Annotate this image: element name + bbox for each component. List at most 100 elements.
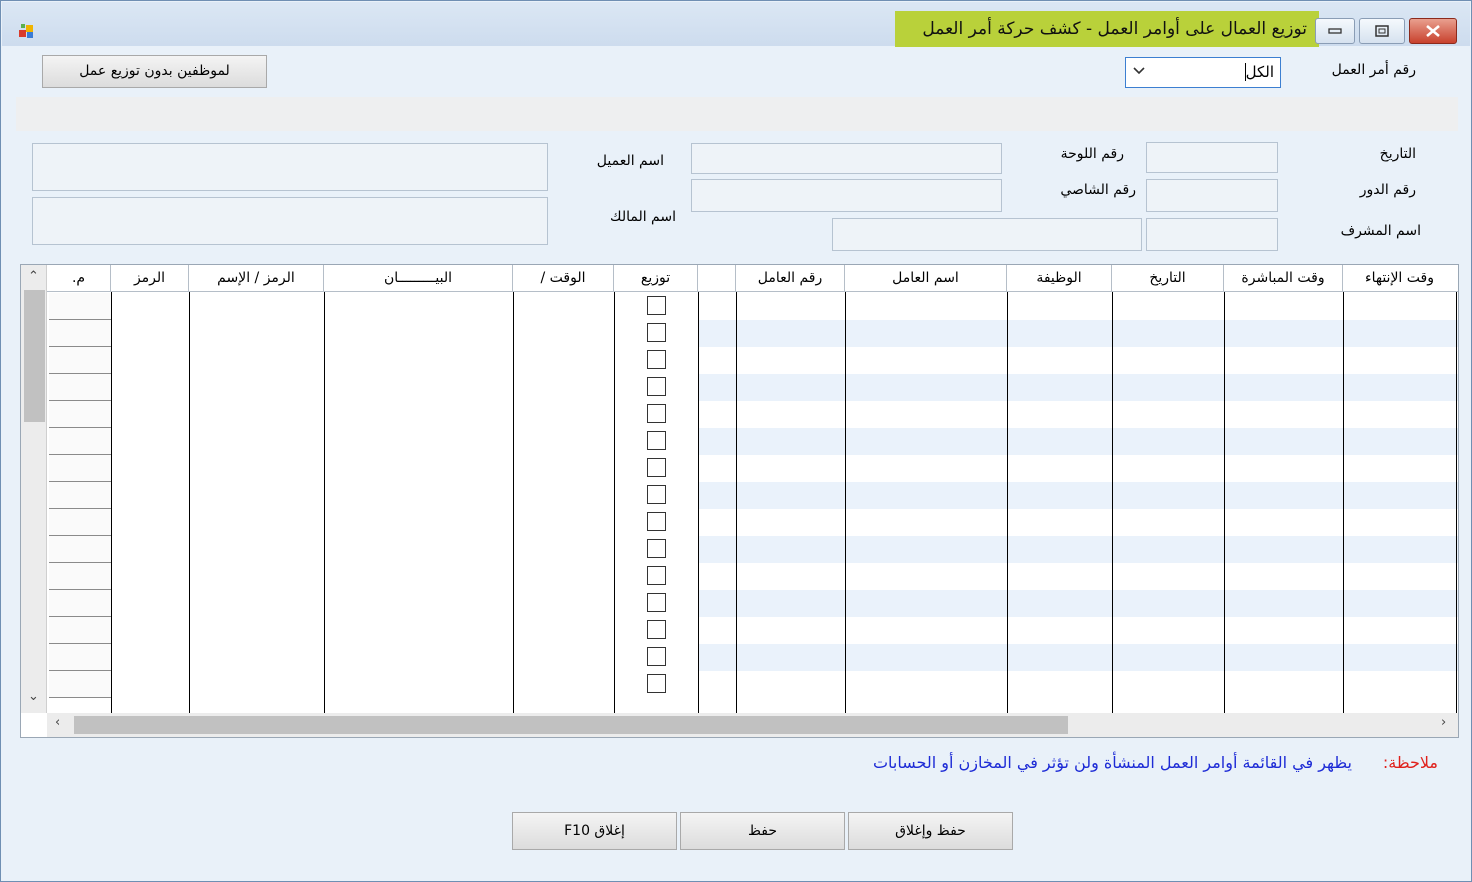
row-header-cell[interactable] [49,374,112,401]
horizontal-scrollbar[interactable]: ‹ › [47,713,1458,737]
row-header-cell[interactable] [49,347,112,374]
distribute-checkbox[interactable] [647,404,666,423]
row-stripe [699,320,1458,347]
row-header-cell[interactable] [49,320,112,347]
row-header-cell[interactable] [49,671,112,698]
turn-label: رقم الدور [1359,182,1416,198]
row-header-cell[interactable] [49,401,112,428]
turn-field[interactable] [1146,179,1278,212]
save-and-close-button[interactable]: حفظ وإغلاق [848,812,1013,850]
row-header-cell[interactable] [49,455,112,482]
distribute-checkbox[interactable] [647,512,666,531]
text-caret [1245,63,1246,81]
scroll-down-icon[interactable]: ⌄ [28,689,39,704]
supervisor-label: اسم المشرف [1340,223,1421,239]
row-stripe [699,482,1458,509]
work-order-label: رقم أمر العمل [1331,62,1416,78]
row-header-cell[interactable] [49,590,112,617]
minimize-icon [1328,28,1342,34]
note-text: يظهر في القائمة أوامر العمل المنشأة ولن … [872,753,1352,772]
distribute-checkbox[interactable] [647,323,666,342]
maximize-button[interactable] [1359,18,1405,44]
column-header-worker-no[interactable]: رقم العامل [736,265,845,292]
column-header-time[interactable]: الوقت / [513,265,614,292]
row-header-cell[interactable] [49,536,112,563]
vertical-scrollbar[interactable]: ⌃ ⌄ [21,265,47,713]
column-divider [736,292,737,713]
close-window-button[interactable] [1409,18,1457,44]
row-header-cell[interactable] [49,509,112,536]
minimize-button[interactable] [1315,18,1355,44]
row-header-cell[interactable] [49,293,112,320]
row-stripe [699,428,1458,455]
column-header-start-time[interactable]: وقت المباشرة [1224,265,1343,292]
row-stripe [699,536,1458,563]
scroll-right-icon[interactable]: › [1441,715,1446,730]
row-stripe [699,374,1458,401]
horizontal-scroll-thumb[interactable] [74,716,1068,734]
column-header-description[interactable]: البيـــــــــان [324,265,513,292]
row-header-cell[interactable] [49,563,112,590]
main-window: توزيع العمال على أوامر العمل - كشف حركة … [0,0,1472,882]
column-header-seq[interactable]: م. [47,265,111,292]
column-header-blank[interactable] [698,265,736,292]
grid-header-row: م. الرمز الرمز / الإسم البيـــــــــان ا… [47,265,1458,292]
plate-label: رقم اللوحة [1060,146,1124,162]
column-header-code[interactable]: الرمز [111,265,189,292]
save-button[interactable]: حفظ [680,812,845,850]
distribute-checkbox[interactable] [647,431,666,450]
column-header-date[interactable]: التاريخ [1112,265,1224,292]
column-header-job[interactable]: الوظيفة [1007,265,1112,292]
note-label: ملاحظة: [1382,753,1438,772]
column-divider [1343,292,1344,713]
scroll-up-icon[interactable]: ⌃ [28,269,39,284]
form-client-area: لموظفين بدون توزيع عمل الكل رقم أمر العم… [2,47,1470,881]
column-divider [698,292,699,713]
column-header-distribute[interactable]: توزيع [614,265,698,292]
column-header-code-name[interactable]: الرمز / الإسم [189,265,324,292]
distribute-checkbox[interactable] [647,620,666,639]
column-header-end-time[interactable]: وقت الإنتهاء [1343,265,1456,292]
row-header-cell[interactable] [49,482,112,509]
distribute-checkbox[interactable] [647,539,666,558]
close-icon [1426,25,1440,37]
supervisor-field[interactable] [1146,218,1278,251]
supervisor-name-field[interactable] [832,218,1142,251]
distribute-checkbox[interactable] [647,296,666,315]
date-field[interactable] [1146,142,1278,173]
distribute-checkbox[interactable] [647,485,666,504]
row-stripe [699,590,1458,617]
distribute-checkbox[interactable] [647,566,666,585]
row-header-cell[interactable] [49,617,112,644]
column-header-worker-name[interactable]: اسم العامل [845,265,1007,292]
customer-label: اسم العميل [596,153,664,169]
workers-grid[interactable]: ⌃ ⌄ م. الرمز الرمز / الإسم البيـــــــــ… [20,264,1459,738]
owner-label: اسم المالك [610,209,676,225]
maximize-icon [1375,25,1389,37]
distribute-checkbox[interactable] [647,350,666,369]
vertical-scroll-thumb[interactable] [24,290,45,422]
employees-without-assignment-button[interactable]: لموظفين بدون توزيع عمل [42,55,267,88]
chassis-field[interactable] [691,179,1002,212]
customer-field[interactable] [32,143,548,191]
work-order-value: الكل [1245,63,1274,81]
separator-strip [16,97,1458,131]
chassis-label: رقم الشاصي [1060,182,1136,198]
row-header-cell[interactable] [49,428,112,455]
plate-field[interactable] [691,143,1002,174]
distribute-checkbox[interactable] [647,458,666,477]
app-icon [19,24,33,38]
column-divider [513,292,514,713]
owner-field[interactable] [32,197,548,245]
column-divider [845,292,846,713]
work-order-combo[interactable]: الكل [1125,57,1281,88]
distribute-checkbox[interactable] [647,377,666,396]
chevron-down-icon [1133,67,1145,75]
distribute-checkbox[interactable] [647,647,666,666]
scroll-left-icon[interactable]: ‹ [55,715,60,730]
distribute-checkbox[interactable] [647,593,666,612]
distribute-checkbox[interactable] [647,674,666,693]
row-header-cell[interactable] [49,644,112,671]
column-divider [324,292,325,713]
close-button[interactable]: إغلاق F10 [512,812,677,850]
